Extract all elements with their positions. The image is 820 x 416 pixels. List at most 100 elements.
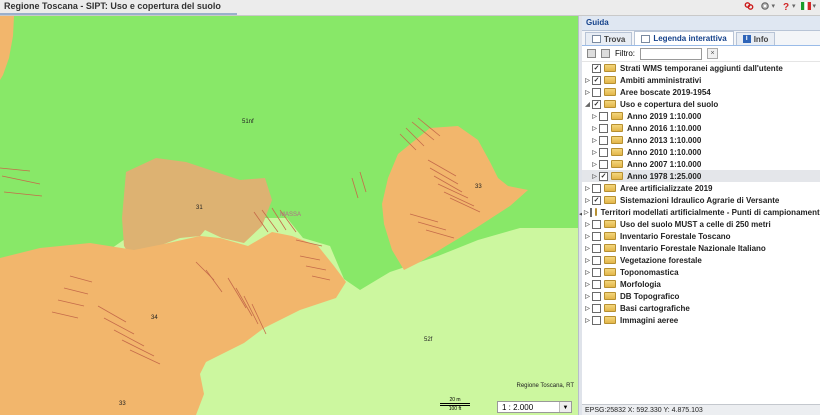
legend-icon [641, 34, 651, 43]
tree-item[interactable]: ▷ Anno 2016 1:10.000 [582, 122, 820, 134]
tree-item[interactable]: ▷ Immagini aeree [582, 314, 820, 326]
layer-checkbox[interactable] [592, 231, 601, 241]
layer-checkbox[interactable] [599, 159, 608, 169]
broken-link-icon[interactable] [744, 1, 754, 11]
map-canvas[interactable]: 51nf 31 33 34 52f 33 MASSA Regione Tosca… [0, 16, 578, 415]
layer-checkbox[interactable] [592, 87, 601, 97]
tree-item[interactable]: ▷ Anno 2019 1:10.000 [582, 110, 820, 122]
tree-item-label: Anno 2010 1:10.000 [627, 147, 702, 157]
tab-trova[interactable]: Trova [585, 32, 633, 45]
chevron-right-icon[interactable]: ▷ [584, 221, 591, 228]
layer-checkbox[interactable]: ✓ [592, 63, 601, 73]
folder-icon [604, 268, 616, 276]
layer-checkbox[interactable] [592, 183, 601, 193]
chevron-right-icon[interactable]: ▷ [584, 233, 591, 240]
layer-checkbox[interactable] [599, 135, 608, 145]
tree-item-label: Morfologia [620, 279, 661, 289]
chevron-right-icon[interactable]: ▷ [584, 305, 591, 312]
folder-icon [611, 112, 623, 120]
chevron-right-icon[interactable]: ▷ [584, 269, 591, 276]
chevron-right-icon[interactable]: ▷ [584, 293, 591, 300]
tab-info[interactable]: i Info [735, 32, 776, 45]
help-icon[interactable]: ? ▾ [781, 1, 796, 11]
tree-item[interactable]: ▷ ✓ Sistemazioni Idraulico Agrarie di Vers… [582, 194, 820, 206]
folder-icon [611, 124, 623, 132]
layer-checkbox[interactable] [589, 207, 592, 217]
folder-icon [594, 208, 597, 216]
folder-icon [604, 220, 616, 228]
scale-dropdown[interactable]: 1 : 2.000 ▼ [497, 401, 572, 413]
folder-icon [604, 100, 616, 108]
chevron-right-icon[interactable]: ▷ [584, 197, 591, 204]
tree-item[interactable]: ▷ ✓ Anno 1978 1:25.000 [582, 170, 820, 182]
collapse-all-icon[interactable] [601, 49, 610, 58]
chevron-right-icon[interactable]: ▷ [584, 281, 591, 288]
layer-checkbox[interactable] [592, 243, 601, 253]
tree-item[interactable]: ▷ Anno 2010 1:10.000 [582, 146, 820, 158]
tree-item[interactable]: ▷ Inventario Forestale Nazionale Italiano [582, 242, 820, 254]
tree-item[interactable]: ▷ Vegetazione forestale [582, 254, 820, 266]
chevron-right-icon[interactable]: ▷ [591, 161, 598, 168]
tree-item[interactable]: ▷ Morfologia [582, 278, 820, 290]
layer-checkbox[interactable]: ✓ [599, 171, 608, 181]
layer-checkbox[interactable] [599, 147, 608, 157]
chevron-right-icon[interactable]: ▷ [591, 125, 598, 132]
tree-item[interactable]: ▷ DB Topografico [582, 290, 820, 302]
panel-tabs: Trova Legenda interattiva i Info [582, 31, 820, 46]
layer-checkbox[interactable] [599, 111, 608, 121]
expand-all-icon[interactable] [587, 49, 596, 58]
chevron-right-icon[interactable]: ▷ [584, 77, 591, 84]
chevron-right-icon[interactable]: ▷ [584, 245, 591, 252]
tree-item[interactable]: ▷ Aree boscate 2019-1954 [582, 86, 820, 98]
info-icon: i [742, 35, 751, 43]
chevron-right-icon[interactable]: ▷ [584, 209, 589, 216]
layer-checkbox[interactable] [592, 219, 601, 229]
layer-checkbox[interactable]: ✓ [592, 195, 601, 205]
tree-item[interactable]: ▷ Anno 2007 1:10.000 [582, 158, 820, 170]
tree-item[interactable]: ▷ ✓ Ambiti amministrativi [582, 74, 820, 86]
layer-checkbox[interactable]: ✓ [592, 75, 601, 85]
layer-checkbox[interactable] [592, 315, 601, 325]
chevron-right-icon[interactable]: ▷ [584, 317, 591, 324]
layer-checkbox[interactable] [592, 303, 601, 313]
chevron-down-icon[interactable]: ◢ [584, 101, 591, 108]
scale-bar-imperial: 100 ft [440, 405, 470, 412]
chevron-down-icon: ▾ [791, 3, 796, 10]
filter-input[interactable] [640, 47, 702, 60]
tree-item[interactable]: ▷ Anno 2013 1:10.000 [582, 134, 820, 146]
tree-item[interactable]: ▷ Basi cartografiche [582, 302, 820, 314]
tree-item-label: Basi cartografiche [620, 303, 690, 313]
tree-item[interactable]: ▷ Inventario Forestale Toscano [582, 230, 820, 242]
italy-flag-icon[interactable]: ▾ [801, 2, 816, 10]
tree-item[interactable]: ▷ Uso del suolo MUST a celle di 250 metri [582, 218, 820, 230]
tab-legenda-interattiva[interactable]: Legenda interattiva [634, 31, 734, 45]
chevron-right-icon[interactable]: ▷ [591, 137, 598, 144]
tree-item[interactable]: ▷ Territori modellati artificialmente - P… [582, 206, 820, 218]
tree-item[interactable]: ▷ Aree artificializzate 2019 [582, 182, 820, 194]
tree-item-label: Aree artificializzate 2019 [620, 183, 713, 193]
chevron-down-icon[interactable]: ▼ [559, 402, 571, 412]
title-bar: Regione Toscana - SIPT: Uso e copertura … [0, 0, 820, 16]
chevron-right-icon[interactable]: ▷ [584, 257, 591, 264]
layer-checkbox[interactable] [592, 267, 601, 277]
chevron-right-icon[interactable]: ▷ [584, 185, 591, 192]
place-label: MASSA [280, 212, 302, 218]
chevron-right-icon[interactable]: ▷ [584, 89, 591, 96]
scale-bar-metric: 20 m [440, 397, 470, 404]
tree-item[interactable]: ◢ ✓ Uso e copertura del suolo [582, 98, 820, 110]
gear-icon[interactable]: ▾ [760, 1, 775, 11]
layer-checkbox[interactable] [592, 255, 601, 265]
layer-checkbox[interactable] [592, 291, 601, 301]
clear-icon[interactable]: × [707, 48, 718, 59]
tree-item-label: Uso e copertura del suolo [620, 99, 719, 109]
chevron-right-icon[interactable]: ▷ [591, 149, 598, 156]
tree-item[interactable]: ▷ Toponomastica [582, 266, 820, 278]
chevron-right-icon[interactable]: ▷ [591, 113, 598, 120]
tree-item[interactable]: ✓ Strati WMS temporanei aggiunti dall'ute… [582, 62, 820, 74]
map-label-34: 34 [151, 315, 158, 321]
layer-checkbox[interactable] [592, 279, 601, 289]
chevron-right-icon[interactable]: ▷ [591, 173, 598, 180]
layer-checkbox[interactable]: ✓ [592, 99, 601, 109]
layer-checkbox[interactable] [599, 123, 608, 133]
tree-item-label: Aree boscate 2019-1954 [620, 87, 711, 97]
